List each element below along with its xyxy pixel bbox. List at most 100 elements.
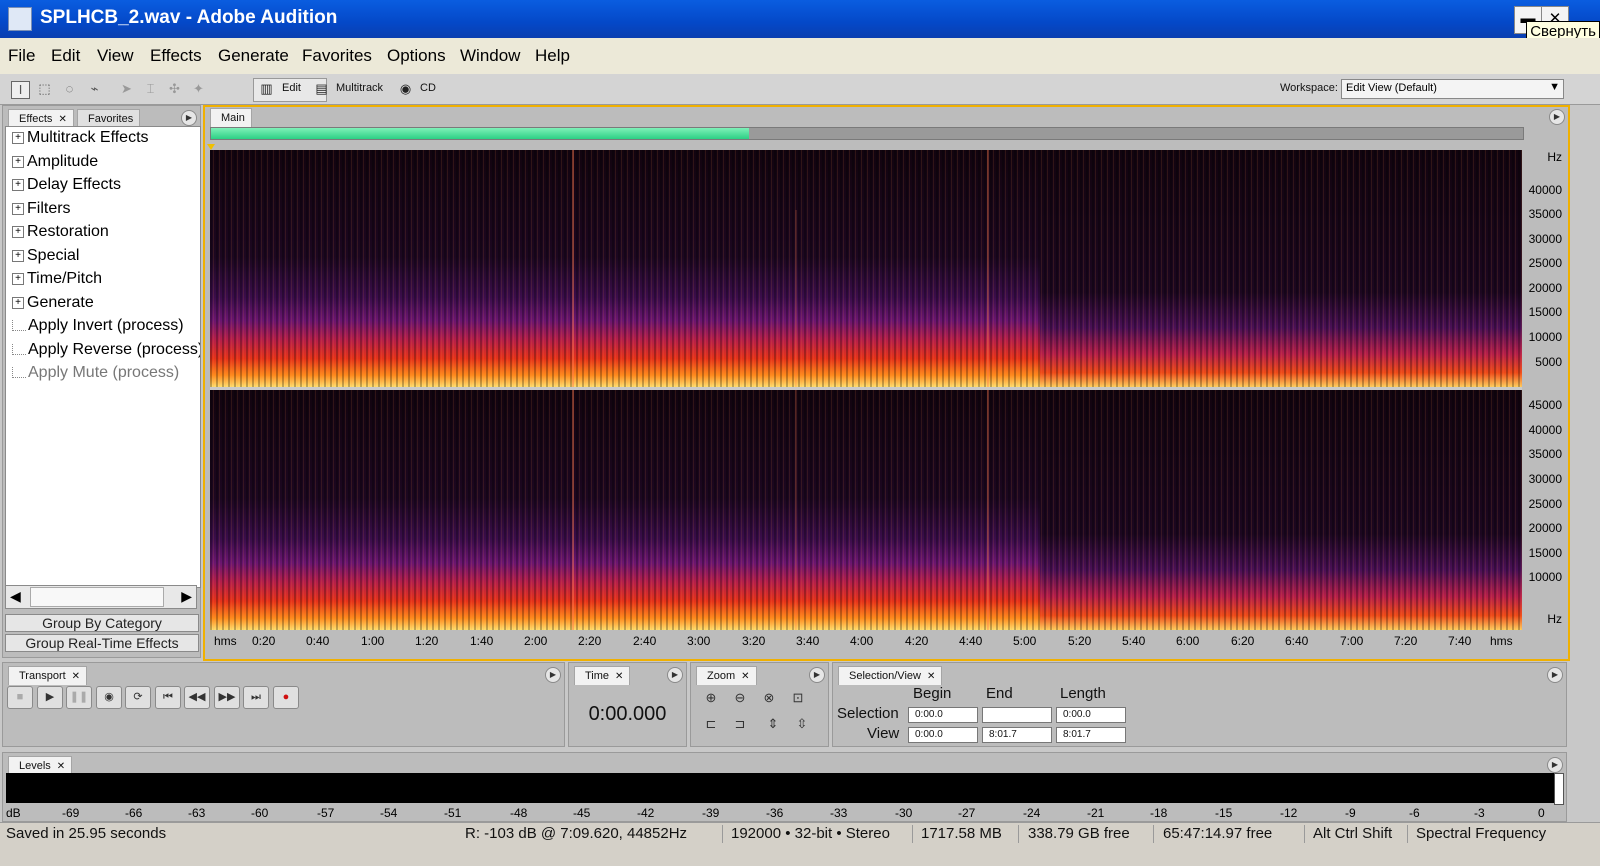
selection-end-field[interactable] bbox=[982, 707, 1052, 723]
panel-options-icon[interactable]: ▶ bbox=[181, 110, 197, 126]
panel-options-icon[interactable]: ▶ bbox=[1547, 667, 1563, 683]
hybrid-tool-icon[interactable]: ⌶ bbox=[142, 81, 159, 97]
tree-item-apply-mute[interactable]: Apply Mute (process) bbox=[12, 364, 179, 382]
group-realtime-effects-button[interactable]: Group Real-Time Effects bbox=[5, 634, 199, 652]
menu-generate[interactable]: Generate bbox=[218, 46, 289, 66]
overview-visible-range[interactable] bbox=[211, 128, 749, 139]
expand-icon[interactable]: + bbox=[12, 155, 24, 168]
close-icon[interactable]: ✕ bbox=[58, 114, 66, 125]
tab-zoom[interactable]: Zoom ✕ bbox=[696, 666, 757, 685]
tree-item-amplitude[interactable]: + Amplitude bbox=[12, 153, 98, 171]
spectral-frequency-display[interactable] bbox=[210, 150, 1522, 630]
window-title: SPLHCB_2.wav - Adobe Audition bbox=[40, 7, 338, 28]
multitrack-view-label[interactable]: Multitrack bbox=[336, 82, 383, 94]
effects-paintbrush-tool-icon[interactable]: ⌁ bbox=[86, 81, 103, 97]
go-to-start-button[interactable]: ⏮ bbox=[155, 686, 181, 709]
tree-item-special[interactable]: + Special bbox=[12, 247, 79, 265]
expand-icon[interactable]: + bbox=[12, 131, 24, 144]
menu-effects[interactable]: Effects bbox=[150, 46, 202, 66]
expand-icon[interactable]: + bbox=[12, 296, 24, 309]
clip-indicator[interactable] bbox=[1554, 773, 1564, 805]
time-tick: 5:40 bbox=[1122, 634, 1146, 648]
marquee-selection-tool-icon[interactable]: ⬚ bbox=[36, 81, 53, 97]
tab-time[interactable]: Time ✕ bbox=[574, 666, 631, 685]
hz-tick: 40000 bbox=[1528, 423, 1562, 437]
tab-main[interactable]: Main bbox=[210, 108, 252, 127]
tree-item-restoration[interactable]: + Restoration bbox=[12, 223, 109, 241]
panel-options-icon[interactable]: ▶ bbox=[809, 667, 825, 683]
panel-options-icon[interactable]: ▶ bbox=[1549, 109, 1565, 125]
levels-panel: Levels ✕ ▶ bbox=[2, 752, 1567, 822]
selection-length-field[interactable]: 0:00.0 bbox=[1056, 707, 1126, 723]
workspace-select[interactable]: Edit View (Default) ▼ bbox=[1341, 79, 1564, 99]
effects-horizontal-scrollbar[interactable]: ◀ ▶ bbox=[5, 585, 197, 609]
menu-window[interactable]: Window bbox=[460, 46, 520, 66]
group-by-category-button[interactable]: Group By Category bbox=[5, 614, 199, 632]
scroll-left-icon[interactable]: ◀ bbox=[10, 588, 21, 605]
view-begin-field[interactable]: 0:00.0 bbox=[908, 727, 978, 743]
menu-edit[interactable]: Edit bbox=[51, 46, 80, 66]
zoom-to-selection-icon[interactable]: ⊡ bbox=[786, 687, 810, 708]
expand-icon[interactable]: + bbox=[12, 272, 24, 285]
panel-options-icon[interactable]: ▶ bbox=[667, 667, 683, 683]
lasso-tool-icon[interactable]: ◌ bbox=[61, 81, 78, 97]
stop-button[interactable]: ■ bbox=[7, 686, 33, 709]
play-view-button[interactable]: ◉ bbox=[96, 686, 122, 709]
expand-icon[interactable]: + bbox=[12, 178, 24, 191]
close-icon[interactable]: ✕ bbox=[57, 761, 65, 772]
spot-healing-tool-icon[interactable]: ✦ bbox=[190, 81, 207, 97]
play-button[interactable]: ▶ bbox=[37, 686, 63, 709]
selection-begin-field[interactable]: 0:00.0 bbox=[908, 707, 978, 723]
close-icon[interactable]: ✕ bbox=[741, 671, 749, 682]
expand-icon[interactable]: + bbox=[12, 249, 24, 262]
zoom-in-vertical-icon[interactable]: ⇕ bbox=[761, 713, 785, 734]
go-to-end-button[interactable]: ⏭ bbox=[243, 686, 269, 709]
scrub-tool-icon[interactable]: ✣ bbox=[166, 81, 183, 97]
zoom-in-horizontal-icon[interactable]: ⊕ bbox=[699, 687, 723, 708]
db-tick: -57 bbox=[317, 806, 335, 820]
fast-forward-button[interactable]: ▶▶ bbox=[214, 686, 240, 709]
overview-bar[interactable] bbox=[210, 127, 1524, 140]
menu-view[interactable]: View bbox=[97, 46, 134, 66]
menu-favorites[interactable]: Favorites bbox=[302, 46, 372, 66]
move-tool-icon[interactable]: ➤ bbox=[118, 81, 135, 97]
cd-view-label[interactable]: CD bbox=[420, 82, 436, 94]
record-button[interactable]: ● bbox=[273, 686, 299, 709]
tree-item-apply-invert[interactable]: Apply Invert (process) bbox=[12, 317, 184, 335]
zoom-out-horizontal-icon[interactable]: ⊖ bbox=[728, 687, 752, 708]
expand-icon[interactable]: + bbox=[12, 202, 24, 215]
close-icon[interactable]: ✕ bbox=[615, 671, 623, 682]
view-length-field[interactable]: 8:01.7 bbox=[1056, 727, 1126, 743]
tab-selection-view-label: Selection/View bbox=[849, 670, 921, 682]
zoom-to-left-edge-icon[interactable]: ⊏ bbox=[699, 713, 723, 734]
menu-options[interactable]: Options bbox=[387, 46, 446, 66]
zoom-out-vertical-icon[interactable]: ⇳ bbox=[790, 713, 814, 734]
panel-options-icon[interactable]: ▶ bbox=[545, 667, 561, 683]
scrollbar-thumb[interactable] bbox=[30, 587, 164, 607]
panel-options-icon[interactable]: ▶ bbox=[1547, 757, 1563, 773]
pause-button[interactable]: ❚❚ bbox=[66, 686, 92, 709]
tree-item-multitrack-effects[interactable]: + Multitrack Effects bbox=[12, 129, 149, 147]
close-icon[interactable]: ✕ bbox=[927, 671, 935, 682]
zoom-to-right-edge-icon[interactable]: ⊐ bbox=[728, 713, 752, 734]
tree-item-time-pitch[interactable]: + Time/Pitch bbox=[12, 270, 102, 288]
menu-file[interactable]: File bbox=[8, 46, 35, 66]
rewind-button[interactable]: ◀◀ bbox=[184, 686, 210, 709]
close-icon[interactable]: ✕ bbox=[72, 671, 80, 682]
multitrack-view-icon[interactable]: ▤ bbox=[313, 81, 330, 97]
tab-transport[interactable]: Transport ✕ bbox=[8, 666, 88, 685]
hz-tick: 5000 bbox=[1535, 355, 1562, 369]
tree-item-apply-reverse[interactable]: Apply Reverse (process) bbox=[12, 341, 200, 359]
loop-button[interactable]: ⟳ bbox=[125, 686, 151, 709]
scroll-right-icon[interactable]: ▶ bbox=[181, 588, 192, 605]
time-selection-tool-icon[interactable]: I bbox=[11, 81, 30, 99]
expand-icon[interactable]: + bbox=[12, 225, 24, 238]
tree-item-delay-effects[interactable]: + Delay Effects bbox=[12, 176, 121, 194]
zoom-out-full-icon[interactable]: ⊗ bbox=[757, 687, 781, 708]
menu-help[interactable]: Help bbox=[535, 46, 570, 66]
view-end-field[interactable]: 8:01.7 bbox=[982, 727, 1052, 743]
cd-view-icon[interactable]: ◉ bbox=[397, 81, 414, 97]
tab-selection-view[interactable]: Selection/View ✕ bbox=[838, 666, 943, 685]
tree-item-filters[interactable]: + Filters bbox=[12, 200, 71, 218]
tree-item-generate[interactable]: + Generate bbox=[12, 294, 94, 312]
